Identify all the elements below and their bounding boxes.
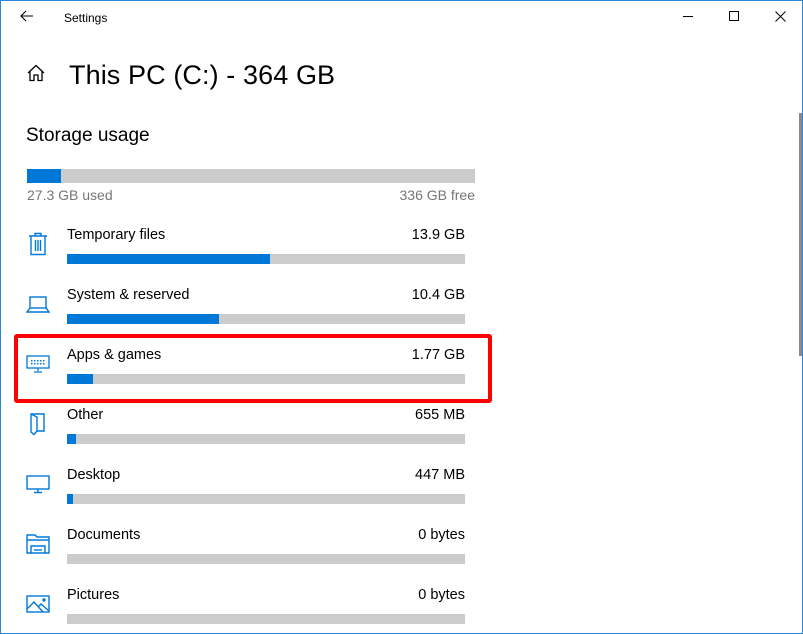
category-size: 10.4 GB xyxy=(411,287,465,303)
page-header: This PC (C:) - 364 GB xyxy=(25,57,335,93)
vertical-scrollbar[interactable] xyxy=(799,113,802,356)
category-usage-bar xyxy=(67,554,465,564)
category-name: Other xyxy=(67,407,104,423)
category-usage-bar xyxy=(67,434,465,444)
trash-icon xyxy=(25,231,51,257)
category-other[interactable]: Other 655 MB xyxy=(1,401,491,461)
category-usage-fill xyxy=(67,434,77,444)
category-usage-fill xyxy=(67,374,93,384)
category-size: 0 bytes xyxy=(418,587,465,603)
category-name: Apps & games xyxy=(67,347,162,363)
category-name: Pictures xyxy=(67,587,120,603)
category-apps-games[interactable]: Apps & games 1.77 GB xyxy=(1,341,491,401)
maximize-icon xyxy=(728,9,740,27)
category-desktop[interactable]: Desktop 447 MB xyxy=(1,461,491,521)
overall-usage-bar xyxy=(27,169,475,183)
category-size: 0 bytes xyxy=(418,527,465,543)
category-size: 655 MB xyxy=(415,407,465,423)
category-usage-bar xyxy=(67,614,465,624)
category-usage-bar xyxy=(67,494,465,504)
category-usage-fill xyxy=(67,314,220,324)
storage-usage-heading: Storage usage xyxy=(26,125,150,146)
category-size: 13.9 GB xyxy=(411,227,465,243)
category-usage-bar xyxy=(67,314,465,324)
free-label: 336 GB free xyxy=(399,187,476,203)
monitor-icon xyxy=(25,471,51,497)
close-icon xyxy=(774,9,786,27)
category-temporary-files[interactable]: Temporary files 13.9 GB xyxy=(1,221,491,281)
back-button[interactable] xyxy=(11,3,43,33)
settings-window: Settings This PC (C:) - 364 GB Storage u… xyxy=(0,0,803,634)
category-usage-fill xyxy=(67,494,73,504)
category-usage-fill xyxy=(67,254,270,264)
category-pictures[interactable]: Pictures 0 bytes xyxy=(1,581,491,633)
category-name: System & reserved xyxy=(67,287,190,303)
close-button[interactable] xyxy=(757,1,802,35)
category-usage-bar xyxy=(67,254,465,264)
documents-folder-icon xyxy=(25,531,51,557)
overall-storage: 27.3 GB used 336 GB free xyxy=(27,169,475,203)
category-name: Desktop xyxy=(67,467,121,483)
page-title: This PC (C:) - 364 GB xyxy=(69,59,336,90)
category-name: Documents xyxy=(67,527,141,543)
laptop-icon xyxy=(25,291,51,317)
home-button[interactable] xyxy=(25,64,47,86)
category-size: 1.77 GB xyxy=(411,347,465,363)
minimize-icon xyxy=(682,9,694,27)
keyboard-monitor-icon xyxy=(25,351,51,377)
used-label: 27.3 GB used xyxy=(27,187,113,203)
other-document-icon xyxy=(25,411,51,437)
category-name: Temporary files xyxy=(67,227,166,243)
overall-usage-fill xyxy=(27,169,61,183)
pictures-icon xyxy=(25,591,51,617)
home-icon xyxy=(26,64,46,87)
category-documents[interactable]: Documents 0 bytes xyxy=(1,521,491,581)
arrow-left-icon xyxy=(20,9,34,27)
maximize-button[interactable] xyxy=(711,1,757,35)
category-usage-bar xyxy=(67,374,465,384)
category-size: 447 MB xyxy=(415,467,465,483)
title-bar: Settings xyxy=(1,1,802,35)
minimize-button[interactable] xyxy=(665,1,711,35)
app-title: Settings xyxy=(64,11,108,25)
category-system-reserved[interactable]: System & reserved 10.4 GB xyxy=(1,281,491,341)
